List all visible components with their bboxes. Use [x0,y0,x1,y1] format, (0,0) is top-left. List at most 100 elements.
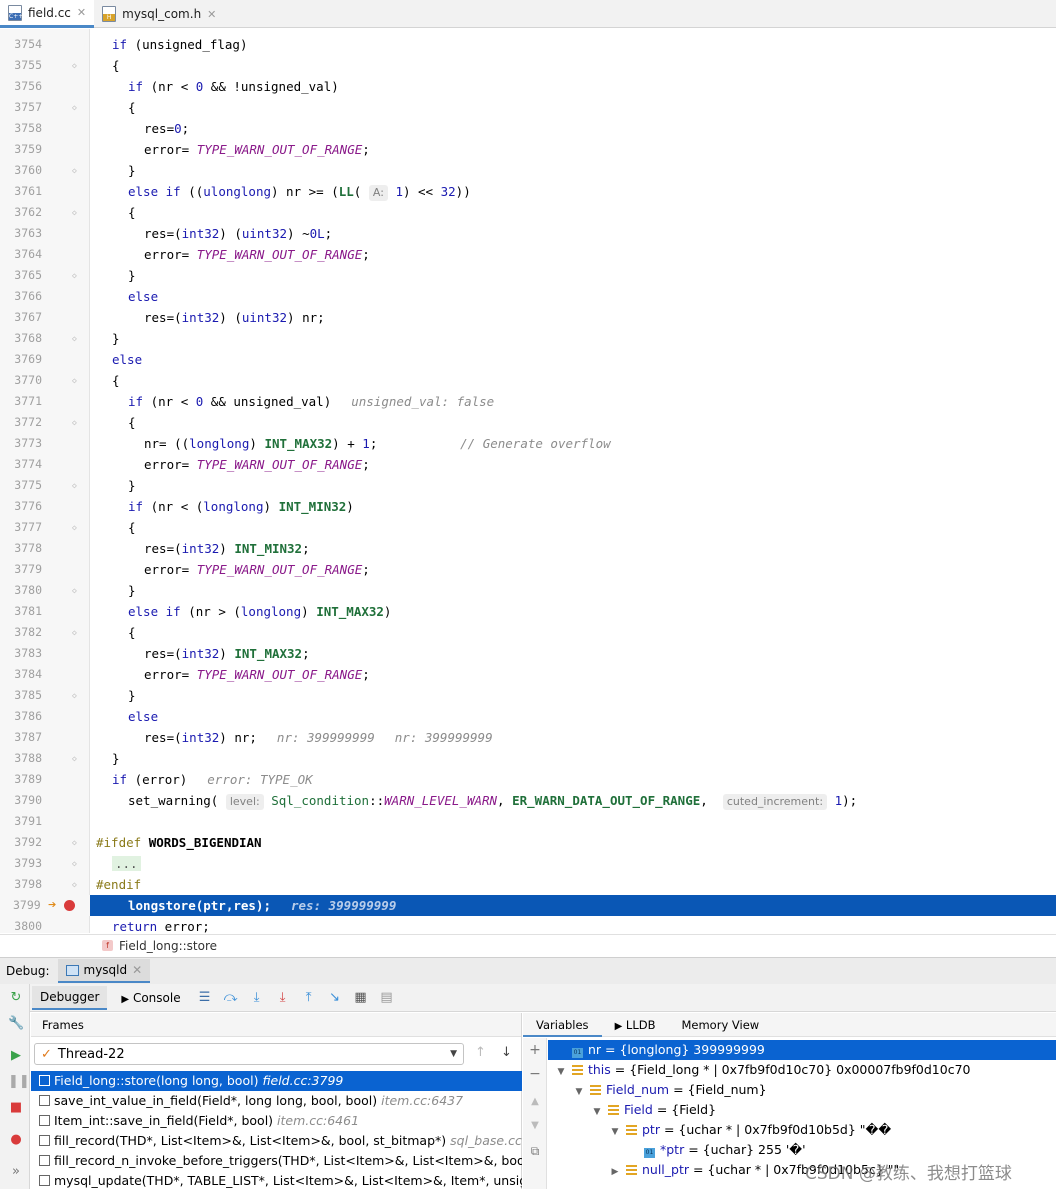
line-number[interactable]: 3778 [0,538,42,559]
arrow-down-icon[interactable]: ↓ [501,1045,512,1060]
code-text[interactable]: #endif [96,874,141,895]
fold-marker-icon[interactable]: ◇ [72,523,81,532]
fold-marker-icon[interactable]: ◇ [72,418,81,427]
fold-marker-icon[interactable]: ◇ [72,628,81,637]
line-number[interactable]: 3762 [0,202,42,223]
line-number[interactable]: 3790 [0,790,42,811]
line-number[interactable]: 3775 [0,475,42,496]
line-number[interactable]: 3799 [0,895,90,916]
fold-marker-icon[interactable]: ◇ [72,61,81,70]
code-text[interactable]: error= TYPE_WARN_OUT_OF_RANGE; [144,559,370,580]
code-line[interactable]: 3770 ◇ { [0,370,1056,391]
line-number[interactable]: 3798 [0,874,42,895]
code-line[interactable]: 3760 ◇} [0,160,1056,181]
line-number[interactable]: 3787 [0,727,42,748]
line-number[interactable]: 3788 [0,748,42,769]
code-text[interactable]: { [128,412,136,433]
fold-marker-icon[interactable]: ◇ [72,838,81,847]
fold-marker-icon[interactable]: ◇ [72,586,81,595]
line-number[interactable]: 3784 [0,664,42,685]
code-text[interactable]: res=0; [144,118,189,139]
tab-variables[interactable]: Variables [523,1013,602,1037]
code-text[interactable]: else if (nr > (longlong) INT_MAX32) [128,601,391,622]
code-line[interactable]: 3792 ◇ #ifdef WORDS_BIGENDIAN [0,832,1056,853]
stack-frame-row[interactable]: fill_record_n_invoke_before_triggers(THD… [31,1151,522,1171]
code-line[interactable]: 3767 res=(int32) (uint32) nr; [0,307,1056,328]
line-number[interactable]: 3774 [0,454,42,475]
code-text[interactable]: if (error) error: TYPE_OK [112,769,313,790]
fold-marker-icon[interactable]: ◇ [72,481,81,490]
code-line[interactable]: 3762 ◇ { [0,202,1056,223]
expand-toggle-icon[interactable]: ▼ [608,1122,622,1140]
line-number[interactable]: 3756 [0,76,42,97]
code-text[interactable]: { [112,55,120,76]
code-text[interactable]: } [128,475,136,496]
expand-toggle-icon[interactable]: ▼ [554,1062,568,1080]
stack-frame-row[interactable]: save_int_value_in_field(Field*, long lon… [31,1091,522,1111]
step-into-icon[interactable]: ⤓ [247,989,267,1007]
variable-row[interactable]: ▼ Field_num = {Field_num} [548,1080,1056,1100]
line-number[interactable]: 3763 [0,223,42,244]
layout-icon[interactable]: ▤ [377,989,397,1007]
variable-row[interactable]: ▼ ptr = {uchar * | 0x7fb9f0d10b5d} "�� [548,1120,1056,1140]
run-to-cursor-icon[interactable]: ↘ [325,989,345,1007]
tab-debugger[interactable]: Debugger [32,985,108,1010]
code-text[interactable]: res=(int32) INT_MIN32; [144,538,310,559]
code-text[interactable]: else [112,349,142,370]
code-text[interactable]: else [128,706,158,727]
line-number[interactable]: 3765 [0,265,42,286]
code-line[interactable]: 3782 ◇ { [0,622,1056,643]
code-text[interactable]: res=(int32) (uint32) nr; [144,307,325,328]
code-line[interactable]: 3780 ◇} [0,580,1056,601]
code-text[interactable]: error= TYPE_WARN_OUT_OF_RANGE; [144,454,370,475]
code-line[interactable]: 3764 error= TYPE_WARN_OUT_OF_RANGE; [0,244,1056,265]
code-text[interactable]: else [128,286,158,307]
code-line[interactable]: 3786 else [0,706,1056,727]
line-number[interactable]: 3791 [0,811,42,832]
line-number[interactable]: 3781 [0,601,42,622]
fold-marker-icon[interactable]: ◇ [72,859,81,868]
fold-marker-icon[interactable]: ◇ [72,691,81,700]
line-number[interactable]: 3792 [0,832,42,853]
stack-frame-row[interactable]: fill_record(THD*, List<Item>&, List<Item… [31,1131,522,1151]
code-line[interactable]: 3755 ◇ { [0,55,1056,76]
line-number[interactable]: 3759 [0,139,42,160]
code-text[interactable]: } [112,748,120,769]
add-watch-icon[interactable]: + [529,1042,541,1058]
line-number[interactable]: 3786 [0,706,42,727]
line-number[interactable]: 3771 [0,391,42,412]
code-line[interactable]: 3798 ◇ #endif [0,874,1056,895]
breakpoint-icon[interactable] [64,900,75,911]
code-line[interactable]: 3758 res=0; [0,118,1056,139]
code-text[interactable]: if (unsigned_flag) [112,34,247,55]
code-text[interactable]: if (nr < (longlong) INT_MIN32) [128,496,354,517]
line-number[interactable]: 3776 [0,496,42,517]
close-icon[interactable]: ✕ [77,6,86,19]
code-text[interactable]: ... [112,853,141,874]
breadcrumb[interactable]: f Field_long::store [0,934,1056,956]
line-number[interactable]: 3766 [0,286,42,307]
code-line[interactable]: 3756 if (nr < 0 && !unsigned_val) [0,76,1056,97]
code-text[interactable]: if (nr < 0 && unsigned_val) unsigned_val:… [128,391,494,412]
code-text[interactable]: { [112,370,120,391]
code-line[interactable]: 3773 nr= ((longlong) INT_MAX32) + 1; // G… [0,433,1056,454]
code-text[interactable]: { [128,517,136,538]
stack-frame-row[interactable]: mysql_update(THD*, TABLE_LIST*, List<Ite… [31,1171,522,1189]
line-number[interactable]: 3767 [0,307,42,328]
code-text[interactable]: } [112,328,120,349]
code-editor[interactable]: 3754 if (unsigned_flag) 3755 ◇ {3756 if (nr <… [0,29,1056,934]
code-text[interactable]: res=(int32) nr; nr: 399999999 nr: 39999999… [144,727,493,748]
code-line[interactable]: 3772 ◇ { [0,412,1056,433]
code-line[interactable]: 3777 ◇ { [0,517,1056,538]
code-line[interactable]: 3771 if (nr < 0 && unsigned_val) unsigned_… [0,391,1056,412]
code-text[interactable]: else if ((ulonglong) nr >= (LL( A: 1) <<… [128,181,471,202]
evaluate-expression-icon[interactable]: ▦ [351,989,371,1007]
step-over-icon[interactable]: ⤼ [221,989,241,1007]
line-number[interactable]: 3755 [0,55,42,76]
line-number[interactable]: 3779 [0,559,42,580]
line-number[interactable]: 3773 [0,433,42,454]
code-line[interactable]: 3787 res=(int32) nr; nr: 399999999 nr: 3999… [0,727,1056,748]
fold-marker-icon[interactable]: ◇ [72,208,81,217]
code-line[interactable]: 3784 error= TYPE_WARN_OUT_OF_RANGE; [0,664,1056,685]
tab-field-cc[interactable]: C++ field.cc ✕ [0,0,95,28]
